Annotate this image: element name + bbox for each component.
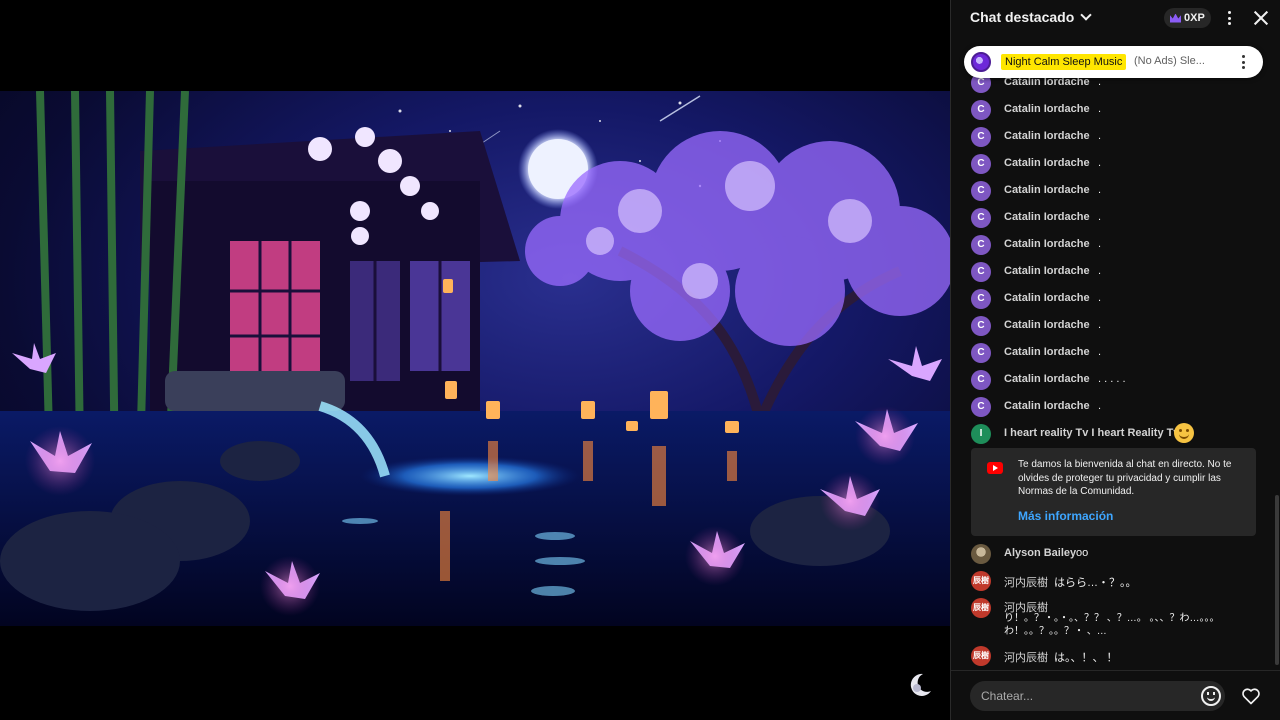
author-name[interactable]: Catalin Iordache [1004, 292, 1090, 304]
chat-mode-dropdown[interactable]: Chat destacado [970, 9, 1092, 25]
chat-message: C Catalin Iordache . [951, 125, 1271, 149]
chat-message: Alyson Bailey oo [951, 542, 1271, 566]
pinned-message-banner[interactable]: Night Calm Sleep Music (No Ads) Sle... [964, 46, 1263, 78]
message-text: . [1098, 130, 1102, 142]
author-name[interactable]: Catalin Iordache [1004, 103, 1090, 115]
chat-input-bar: Chatear... [951, 670, 1280, 720]
chat-header: Chat destacado 0XP [951, 0, 1280, 36]
smiley-icon[interactable] [1201, 686, 1221, 706]
avatar[interactable]: C [971, 316, 991, 336]
avatar[interactable]: 辰樹 [971, 571, 991, 591]
channel-watermark-icon[interactable] [905, 671, 935, 699]
message-text: . [1098, 157, 1102, 169]
author-name[interactable]: I heart reality Tv I heart Reality Tv [1004, 427, 1179, 439]
chat-message: C Catalin Iordache . [951, 395, 1271, 419]
points-badge[interactable]: 0XP [1164, 8, 1211, 28]
author-name[interactable]: Catalin Iordache [1004, 265, 1090, 277]
close-icon[interactable] [1253, 10, 1269, 26]
chat-message: 辰樹 河内辰樹 り！。？・。・。、？？ 、？…。 。、、？わ…。。。わ！。。？。… [951, 596, 1271, 638]
chat-scrollbar[interactable] [1275, 495, 1279, 665]
video-scene [0, 91, 950, 626]
avatar[interactable]: C [971, 100, 991, 120]
live-chat-panel: Chat destacado 0XP Night Calm Sleep Musi… [950, 0, 1280, 720]
smiley-emoji-icon [1174, 423, 1194, 443]
message-text: . [1098, 184, 1102, 196]
author-name[interactable]: Catalin Iordache [1004, 400, 1090, 412]
message-text: . [1098, 319, 1102, 331]
heart-icon[interactable] [1241, 686, 1261, 706]
message-text: . [1098, 292, 1102, 304]
pinned-author[interactable]: Night Calm Sleep Music [1001, 54, 1127, 70]
message-text: . [1098, 265, 1102, 277]
notice-text: Te damos la bienvenida al chat en direct… [1018, 459, 1232, 497]
chat-message: C Catalin Iordache . . . . . [951, 368, 1271, 392]
author-name[interactable]: Catalin Iordache [1004, 346, 1090, 358]
video-frame[interactable] [0, 91, 950, 626]
chat-message: C Catalin Iordache . [951, 233, 1271, 257]
chat-input[interactable]: Chatear... [970, 681, 1225, 711]
message-text: り！。？・。・。、？？ 、？…。 。、、？わ…。。。わ！。。？。。？・ 、… [1004, 613, 1220, 637]
message-text: は。、！、 ！ [1054, 652, 1118, 664]
message-text: . . . . . [1098, 373, 1126, 385]
chat-title: Chat destacado [970, 9, 1075, 25]
avatar[interactable]: C [971, 181, 991, 201]
author-name[interactable]: Catalin Iordache [1004, 319, 1090, 331]
avatar[interactable]: C [971, 127, 991, 147]
chat-message: C Catalin Iordache . [951, 206, 1271, 230]
message-text: oo [1076, 547, 1089, 559]
message-text: . [1098, 346, 1102, 358]
chat-message: 辰樹 河内辰樹 はらら…・？。。 [951, 569, 1271, 593]
avatar[interactable]: C [971, 208, 991, 228]
chat-message: C Catalin Iordache . [951, 314, 1271, 338]
author-name[interactable]: Catalin Iordache [1004, 184, 1090, 196]
message-text: はらら…・？。。 [1054, 577, 1137, 589]
avatar[interactable]: C [971, 370, 991, 390]
chat-message: C Catalin Iordache . [951, 260, 1271, 284]
author-name[interactable]: Catalin Iordache [1004, 238, 1090, 250]
author-name[interactable]: Catalin Iordache [1004, 157, 1090, 169]
avatar[interactable]: 辰樹 [971, 598, 991, 618]
avatar[interactable]: C [971, 343, 991, 363]
avatar[interactable] [971, 52, 991, 72]
chat-message: C Catalin Iordache . [951, 341, 1271, 365]
message-text: . [1098, 103, 1102, 115]
chevron-down-icon [1080, 9, 1092, 21]
chat-message: C Catalin Iordache . [951, 98, 1271, 122]
message-text: . [1098, 238, 1102, 250]
chat-message: C Catalin Iordache . [951, 152, 1271, 176]
author-name[interactable]: 河内辰樹 [1004, 649, 1048, 665]
chat-message-list[interactable]: C Catalin Iordache . C Catalin Iordache … [951, 72, 1280, 668]
points-value: 0XP [1184, 12, 1205, 24]
avatar[interactable]: 辰樹 [971, 646, 991, 666]
avatar[interactable]: C [971, 262, 991, 282]
pinned-text: (No Ads) Sle... [1134, 55, 1205, 67]
avatar[interactable]: C [971, 289, 991, 309]
message-text: . [1098, 400, 1102, 412]
avatar[interactable]: I [971, 424, 991, 444]
crown-icon [1170, 13, 1181, 23]
chat-message: 辰樹 河内辰樹 は。、！、 ！ [951, 644, 1271, 668]
video-player[interactable] [0, 0, 950, 720]
message-text: . [1098, 211, 1102, 223]
author-name[interactable]: 河内辰樹 [1004, 574, 1048, 590]
author-name[interactable]: Catalin Iordache [1004, 373, 1090, 385]
chat-message: C Catalin Iordache . [951, 287, 1271, 311]
chat-message: I I heart reality Tv I heart Reality Tv [951, 422, 1271, 446]
more-vert-icon[interactable] [1240, 55, 1246, 69]
more-info-link[interactable]: Más información [1018, 509, 1113, 523]
more-vert-icon[interactable] [1223, 9, 1235, 27]
author-name[interactable]: Alyson Bailey [1004, 547, 1076, 559]
author-name[interactable]: Catalin Iordache [1004, 211, 1090, 223]
avatar[interactable] [971, 544, 991, 564]
avatar[interactable]: C [971, 397, 991, 417]
avatar[interactable]: C [971, 154, 991, 174]
author-name[interactable]: Catalin Iordache [1004, 130, 1090, 142]
youtube-icon [987, 462, 1003, 474]
chat-message: C Catalin Iordache . [951, 179, 1271, 203]
welcome-notice: Te damos la bienvenida al chat en direct… [971, 448, 1256, 536]
avatar[interactable]: C [971, 235, 991, 255]
